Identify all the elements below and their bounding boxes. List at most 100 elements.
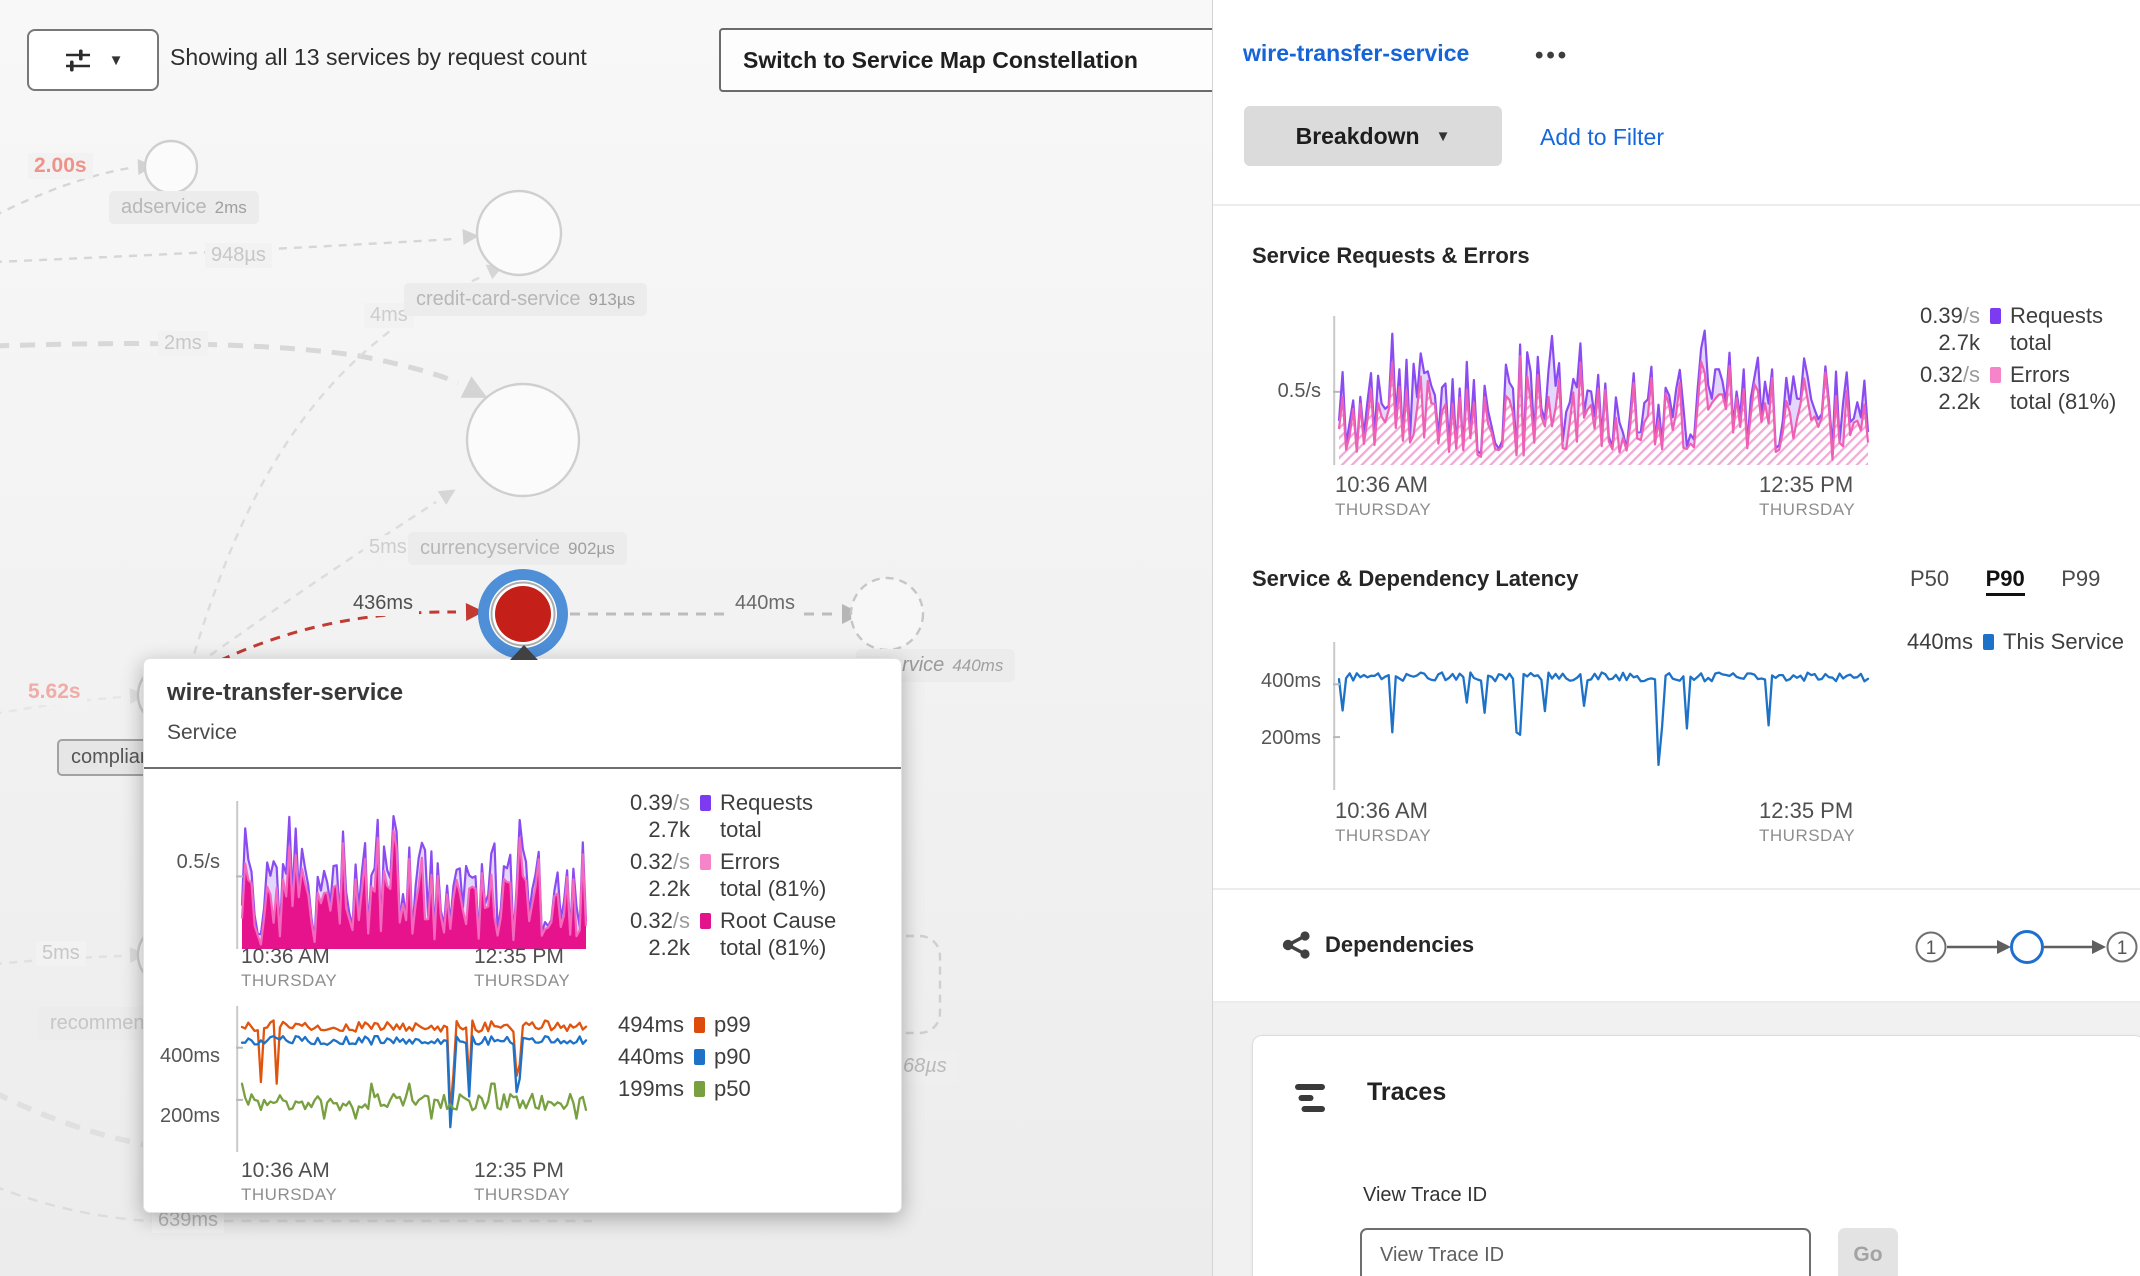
legend-row: 494msp99 (612, 1011, 751, 1038)
legend-swatch-icon (694, 1017, 705, 1033)
legend-swatch-spacer (700, 881, 711, 897)
chevron-down-icon: ▼ (109, 52, 124, 69)
dependencies-heading: Dependencies (1325, 932, 1474, 958)
legend-swatch-icon (1983, 634, 1994, 650)
label-adservice[interactable]: adservice 2ms (109, 191, 259, 224)
downstream-count: 1 (2117, 938, 2128, 959)
service-latency: 913µs (588, 290, 635, 309)
service-name: currencyservice (420, 537, 560, 559)
x-start-day: THURSDAY (1335, 826, 1431, 846)
legend-swatch-icon (700, 795, 711, 811)
legend-swatch-icon (694, 1081, 705, 1097)
service-name: credit-card-service (416, 288, 580, 310)
x-end-day: THURSDAY (474, 1185, 570, 1205)
tab-p90[interactable]: P90 (1986, 566, 2025, 596)
legend-row: 0.39/sRequests (1908, 302, 2116, 329)
legend-row: 2.7ktotal (1908, 329, 2116, 356)
service-tooltip: wire-transfer-service Service 0.5/s 10:3… (143, 658, 902, 1213)
tooltip-title: wire-transfer-service (167, 679, 403, 707)
x-end-day: THURSDAY (1759, 500, 1855, 520)
tooltip-subtitle: Service (167, 721, 237, 745)
x-end-time: 12:35 PM (474, 945, 564, 969)
node-adservice[interactable] (145, 141, 197, 193)
edge-latency-440ms: 440ms (729, 591, 801, 616)
legend-row: 0.32/sErrors (1908, 361, 2116, 388)
label-credit-card-service[interactable]: credit-card-service 913µs (404, 283, 647, 316)
node-credit-card-service[interactable] (477, 191, 561, 275)
legend-swatch-icon (694, 1049, 705, 1065)
trace-id-input[interactable] (1360, 1228, 1811, 1276)
traces-heading: Traces (1367, 1078, 1446, 1107)
tooltip-requests-chart (236, 799, 588, 951)
service-name: adservice (121, 196, 207, 218)
go-button[interactable]: Go (1838, 1228, 1898, 1276)
legend-row: 0.32/sRoot Cause (618, 907, 836, 934)
service-latency: 440ms (952, 656, 1003, 675)
x-start-day: THURSDAY (1335, 500, 1431, 520)
percentile-tabs: P50 P90 P99 (1878, 566, 2100, 592)
x-start-time: 10:36 AM (1335, 798, 1428, 824)
legend-row: 2.2ktotal (81%) (618, 875, 836, 902)
label-currencyservice[interactable]: currencyservice 902µs (408, 532, 627, 565)
service-latency: 2ms (215, 198, 247, 217)
chevron-down-icon: ▼ (1436, 128, 1451, 145)
latency-ytick-400: 400ms (1243, 670, 1321, 693)
tooltip-latency-chart (236, 1004, 588, 1154)
legend-swatch-spacer (700, 822, 711, 838)
requests-ytick-label: 0.5/s (158, 851, 220, 874)
legend-row: 199msp50 (612, 1075, 751, 1102)
panel-latency-chart (1333, 640, 1870, 792)
latency-section-heading: Service & Dependency Latency (1252, 566, 1578, 592)
x-start-time: 10:36 AM (241, 945, 330, 969)
requests-ytick-label: 0.5/s (1249, 380, 1321, 403)
map-filter-button[interactable]: ▼ (27, 29, 159, 91)
edge-latency-2ms: 2ms (158, 331, 208, 356)
legend-swatch-spacer (700, 940, 711, 956)
tooltip-latency-legend: 494msp99440msp90199msp50 (612, 1011, 751, 1102)
filter-sliders-icon (63, 45, 93, 75)
x-start-day: THURSDAY (241, 971, 337, 991)
edge-latency-948us: 948µs (205, 243, 272, 268)
node-currencyservice[interactable] (467, 384, 579, 496)
apm-service-map-screen: 2.00s 948µs 2ms 4ms 5ms 436ms 440ms 5.62… (0, 0, 2140, 1276)
service-map: 2.00s 948µs 2ms 4ms 5ms 436ms 440ms 5.62… (0, 0, 1212, 1276)
tab-p99[interactable]: P99 (2061, 566, 2100, 591)
upstream-count: 1 (1926, 938, 1937, 959)
switch-constellation-button[interactable]: Switch to Service Map Constellation (719, 28, 1212, 92)
more-options-icon[interactable]: ••• (1535, 42, 1569, 70)
legend-swatch-spacer (1990, 335, 2001, 351)
add-to-filter-link[interactable]: Add to Filter (1540, 124, 1664, 151)
breakdown-dropdown[interactable]: Breakdown ▼ (1244, 106, 1502, 166)
legend-swatch-icon (1990, 308, 2001, 324)
x-start-time: 10:36 AM (1335, 472, 1428, 498)
legend-row: 2.7ktotal (618, 816, 836, 843)
view-trace-id-label: View Trace ID (1363, 1184, 1487, 1207)
divider (1213, 204, 2140, 206)
service-latency: 902µs (568, 539, 615, 558)
dependencies-mini-diagram[interactable]: 1 1 (1903, 925, 2140, 969)
node-inferred-service[interactable] (851, 578, 923, 650)
legend-swatch-icon (700, 913, 711, 929)
showing-services-text: Showing all 13 services by request count (170, 44, 587, 71)
legend-row: 2.2ktotal (81%) (618, 934, 836, 961)
divider (144, 767, 901, 769)
divider (1213, 888, 2140, 890)
traces-icon (1293, 1080, 1329, 1116)
latency-ytick-400: 400ms (148, 1045, 220, 1068)
panel-requests-legend: 0.39/sRequests2.7ktotal0.32/sErrors2.2kt… (1908, 302, 2116, 415)
edge-latency-5ms-top: 5ms (363, 535, 413, 560)
panel-service-title-link[interactable]: wire-transfer-service (1243, 40, 1469, 67)
x-end-day: THURSDAY (1759, 826, 1855, 846)
legend-row: 0.39/sRequests (618, 789, 836, 816)
x-end-time: 12:35 PM (474, 1159, 564, 1183)
edge-latency-2s: 2.00s (28, 153, 93, 179)
tab-p50[interactable]: P50 (1910, 566, 1949, 591)
legend-swatch-icon (700, 854, 711, 870)
label-recommendation-service[interactable]: recommen (38, 1007, 156, 1040)
dependencies-icon (1279, 928, 1313, 962)
latency-ytick-200: 200ms (1243, 727, 1321, 750)
legend-swatch-icon (1990, 367, 2001, 383)
tooltip-pointer-icon (510, 645, 538, 660)
x-start-time: 10:36 AM (241, 1159, 330, 1183)
legend-row: 0.32/sErrors (618, 848, 836, 875)
